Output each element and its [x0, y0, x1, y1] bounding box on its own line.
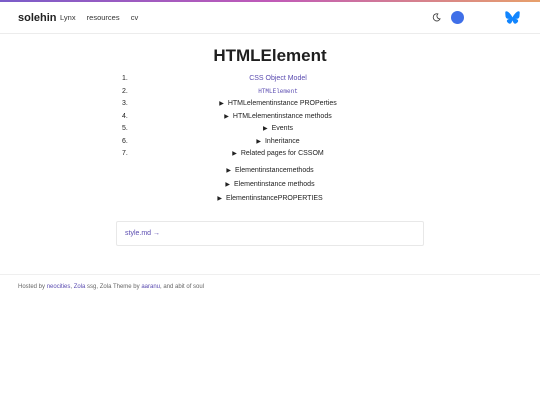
- next-page-link[interactable]: style.md →: [125, 230, 160, 237]
- nav-item-resources[interactable]: resources: [87, 13, 120, 22]
- site-header: solehin Lynx resources cv: [0, 2, 540, 34]
- details-list: ▶ Elementinstancemethods ▶ Elementinstance…: [118, 167, 422, 209]
- table-of-contents: 1. CSS Object Model 2. HTMLElement 3. ▶ H…: [118, 75, 422, 163]
- page-title: HTMLElement: [213, 46, 327, 65]
- footer-text: Hosted by: [18, 284, 47, 290]
- toc-link[interactable]: HTMLElement: [258, 88, 298, 95]
- disclosure-triangle-icon: ▶: [217, 196, 222, 202]
- toc-number: 2.: [122, 87, 128, 95]
- disclosure-triangle-icon: ▶: [232, 151, 237, 157]
- footer-link-neocities[interactable]: neocities: [47, 284, 71, 290]
- nav-item-lynx[interactable]: Lynx: [60, 13, 76, 22]
- details-summary: Elementinstancemethods: [235, 167, 314, 174]
- details-summary: Elementinstance methods: [234, 181, 315, 188]
- details-item[interactable]: ▶ ElementinstancePROPERTIES: [118, 195, 422, 209]
- toc-number: 6.: [122, 137, 128, 145]
- bluesky-icon[interactable]: [505, 11, 520, 24]
- toc-item[interactable]: 5. ▶ Events: [118, 125, 422, 138]
- details-summary: ElementinstancePROPERTIES: [225, 195, 323, 202]
- toc-link[interactable]: CSS Object Model: [249, 75, 307, 82]
- disclosure-triangle-icon: ▶: [224, 113, 229, 120]
- footer-text: ssg, Zola Theme by: [85, 284, 142, 290]
- nav-item-cv[interactable]: cv: [131, 13, 139, 22]
- toc-number: 5.: [122, 125, 128, 132]
- toc-text: Events: [271, 125, 294, 132]
- toc-text: Inheritance: [264, 137, 300, 145]
- footer-link-theme-author[interactable]: aaranu: [141, 284, 160, 290]
- toc-text: HTMLelementinstance methods: [232, 112, 332, 120]
- toc-number: 4.: [122, 112, 128, 120]
- nav-menu: Lynx resources cv: [60, 13, 147, 22]
- footer-text: , and abit of soul: [160, 284, 205, 290]
- toc-number: 1.: [122, 75, 128, 82]
- details-item[interactable]: ▶ Elementinstancemethods: [118, 167, 422, 181]
- next-page-card: style.md →: [116, 221, 424, 246]
- site-brand[interactable]: solehin: [18, 12, 57, 24]
- toc-item: 1. CSS Object Model: [118, 75, 422, 88]
- footer-link-zola[interactable]: Zola: [74, 284, 86, 290]
- footer-divider: [0, 274, 540, 275]
- moon-icon[interactable]: [432, 13, 441, 22]
- toc-item[interactable]: 3. ▶ HTMLelementinstance PROPerties: [118, 100, 422, 113]
- disclosure-triangle-icon: ▶: [226, 168, 231, 174]
- disclosure-triangle-icon: ▶: [219, 101, 224, 107]
- toc-number: 7.: [122, 150, 128, 157]
- toc-item[interactable]: 6. ▶ Inheritance: [118, 138, 422, 151]
- toc-item[interactable]: 4. ▶ HTMLelementinstance methods: [118, 113, 422, 126]
- details-item[interactable]: ▶ Elementinstance methods: [118, 181, 422, 195]
- disclosure-triangle-icon: ▶: [262, 126, 268, 132]
- toc-text: Related pages for CSSOM: [240, 150, 324, 157]
- disclosure-triangle-icon: ▶: [256, 138, 261, 145]
- toc-item[interactable]: 7. ▶ Related pages for CSSOM: [118, 150, 422, 163]
- toc-number: 3.: [122, 100, 128, 107]
- toc-text: HTMLelementinstance PROPerties: [227, 100, 337, 107]
- disclosure-triangle-icon: ▶: [225, 182, 231, 188]
- theme-toggle[interactable]: [451, 11, 464, 24]
- site-footer: Hosted by neocities, Zola ssg, Zola Them…: [18, 284, 204, 290]
- toc-item: 2. HTMLElement: [118, 88, 422, 101]
